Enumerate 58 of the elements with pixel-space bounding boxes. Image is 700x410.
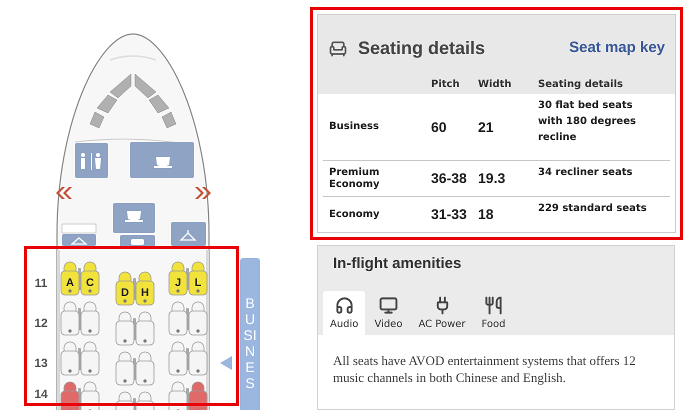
pitch-value: 36-38 [431,169,468,188]
seat[interactable] [188,342,208,376]
width-value: 19.3 [478,169,506,188]
width-value: 21 [478,118,495,136]
seating-description: 229 standard seats [538,202,648,216]
cutlery-icon [484,296,504,314]
seat[interactable] [168,302,188,336]
seat[interactable] [60,342,80,376]
seat[interactable] [136,352,154,386]
seat[interactable] [60,302,80,336]
amenity-tab[interactable]: Video [367,290,410,334]
class-name: Economy [329,208,381,220]
section-title: In-flight amenities [332,254,462,274]
exit-marker-icon [56,187,72,199]
amenity-description: All seats have AVOD entertainment systems that offers 12 music channels in both Chinese and English. [333,352,637,386]
column-heading: Width [478,78,513,92]
hanger-icon [180,229,196,241]
pitch-value: 60 [431,118,448,136]
seat[interactable] [116,312,134,346]
pitch-value: 31-33 [431,205,468,224]
row-number: 11 [34,276,48,290]
seat[interactable] [168,342,188,376]
class-name: Business [329,121,380,133]
amenity-tab[interactable]: AC Power [411,290,473,334]
width-value: 18 [478,205,495,224]
seat[interactable] [188,382,208,410]
monitor-icon [378,296,398,314]
seating-description: 30 flat bed seats with 180 degrees recline [538,99,637,145]
seat-map-key-link[interactable]: Seat map key [569,37,665,60]
seat[interactable] [188,302,208,336]
cup-icon [131,239,144,245]
amenity-tab[interactable]: Audio [323,290,366,334]
class-name: Premium Economy [329,166,381,190]
exit-marker-icon [195,187,211,199]
column-heading: Pitch [431,78,461,92]
seat[interactable] [168,382,188,410]
section-title: Seating details [358,37,486,60]
seat[interactable] [60,382,80,410]
lavatory-icon [81,153,101,170]
amenity-tab[interactable]: Food [474,290,513,334]
seat[interactable] [116,392,134,410]
seat[interactable] [136,392,154,410]
column-heading: Seating details [538,78,624,92]
cup-icon [125,211,143,222]
row-number: 14 [34,387,48,401]
seat[interactable] [80,302,100,336]
seating-description: 34 recliner seats [538,166,634,180]
headphones-icon [334,296,354,314]
wardrobe-drawing [62,224,96,246]
seat[interactable] [116,352,134,386]
tab-pointer [220,356,232,370]
seat-icon [328,38,348,59]
seat[interactable] [80,382,100,410]
cup-icon [154,157,172,168]
seat[interactable] [136,312,154,346]
seat[interactable] [80,342,100,376]
row-number: 12 [34,316,48,330]
row-number: 13 [34,356,48,370]
